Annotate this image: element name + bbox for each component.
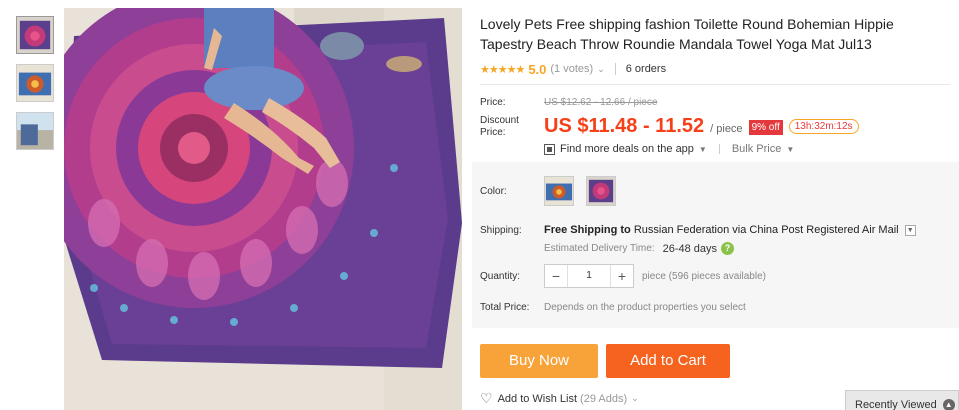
quantity-label: Quantity: [480,270,521,282]
discount-badge: 9% off [748,120,783,135]
chevron-up-icon: ▲ [942,399,955,410]
color-row: Color: [480,176,628,206]
quantity-stepper: − 1 + [544,264,634,288]
divider [480,84,950,85]
chevron-down-icon[interactable]: ⌄ [631,393,639,404]
discount-price-row: Discount Price: US $11.48 - 11.52 / piec… [480,115,950,141]
per-piece: / piece [710,123,743,135]
chevron-down-icon[interactable]: ▼ [904,224,916,236]
original-price-row: Price: US $12.62 - 12.66 / piece [480,97,950,109]
heart-icon: ♡ [480,390,493,406]
total-price-text: Depends on the product properties you se… [544,302,746,313]
rating-stars: ★★★★★ [480,63,525,76]
caret-down-icon[interactable]: ▼ [786,145,794,154]
total-label: Total Price: [480,302,530,313]
help-icon[interactable]: ? [721,242,735,255]
swatch-image [587,177,615,205]
thumbnail-image [17,17,53,53]
shipping-label: Shipping: [480,224,522,236]
increase-button[interactable]: + [611,265,633,287]
caret-down-icon[interactable]: ▼ [699,145,707,154]
rating-row: ★★★★★ 5.0 (1 votes) ⌄ 6 orders [480,60,950,78]
available-count: piece (596 pieces available) [642,270,766,282]
add-to-cart-button[interactable]: Add to Cart [606,344,730,378]
product-title: Lovely Pets Free shipping fashion Toilet… [480,16,894,52]
buy-now-button[interactable]: Buy Now [480,344,598,378]
thumbnail-3[interactable] [16,112,54,150]
quantity-input[interactable]: 1 [567,265,611,287]
discount-label: Discount Price: [480,115,519,138]
qr-code-icon [544,143,555,155]
price-label: Price: [480,97,506,108]
decrease-button[interactable]: − [545,265,567,287]
shipping-destination: Russian Federation via China Post Regist… [633,224,899,236]
bulk-price-link[interactable]: Bulk Price [732,143,782,155]
thumbnail-2[interactable] [16,64,54,102]
quantity-row: Quantity: − 1 + piece (596 pieces availa… [480,264,766,288]
swatch-image [545,177,573,205]
delivery-label: Estimated Delivery Time: [544,243,655,254]
wish-list-link[interactable]: ♡ Add to Wish List (29 Adds) ⌄ [480,390,639,407]
votes-link[interactable]: (1 votes) [550,63,593,75]
thumbnail-image [17,65,53,101]
shipping-info: Free Shipping to Russian Federation via … [544,224,916,236]
thumbnail-1[interactable] [16,16,54,54]
product-details: Lovely Pets Free shipping fashion Toilet… [480,14,950,155]
color-option-2[interactable] [586,176,616,206]
app-deals-row: Find more deals on the app ▼ Bulk Price … [544,143,950,155]
rating-value: 5.0 [528,61,547,77]
divider [614,63,616,75]
recently-viewed-tab[interactable]: Recently Viewed ▲ [845,390,959,410]
thumbnail-list [16,16,56,160]
app-deals-link[interactable]: Find more deals on the app [560,143,694,155]
free-shipping-text: Free Shipping to [544,224,631,236]
product-main-image[interactable] [64,8,462,410]
delivery-days: 26-48 days [662,242,718,255]
wish-count: (29 Adds) [580,392,628,405]
countdown-timer: 13h:32m:12s [788,119,859,134]
orders-count: 6 orders [625,63,667,75]
thumbnail-image [17,113,53,149]
color-option-1[interactable] [544,176,574,206]
original-price: US $12.62 - 12.66 / piece [544,97,658,108]
total-row: Total Price: Depends on the product prop… [480,302,746,313]
delivery-row: Estimated Delivery Time: 26-48 days ? [544,242,735,255]
color-label: Color: [480,185,507,197]
shipping-row: Shipping: Free Shipping to Russian Feder… [480,224,916,236]
chevron-down-icon[interactable]: ⌄ [597,64,605,75]
discount-price: US $11.48 - 11.52 [544,115,705,137]
divider [718,144,720,154]
recently-viewed-label: Recently Viewed [855,399,937,410]
wish-list-label: Add to Wish List [497,392,578,405]
product-properties: Color: Shipping: Free Shipping to Russia… [472,162,959,328]
